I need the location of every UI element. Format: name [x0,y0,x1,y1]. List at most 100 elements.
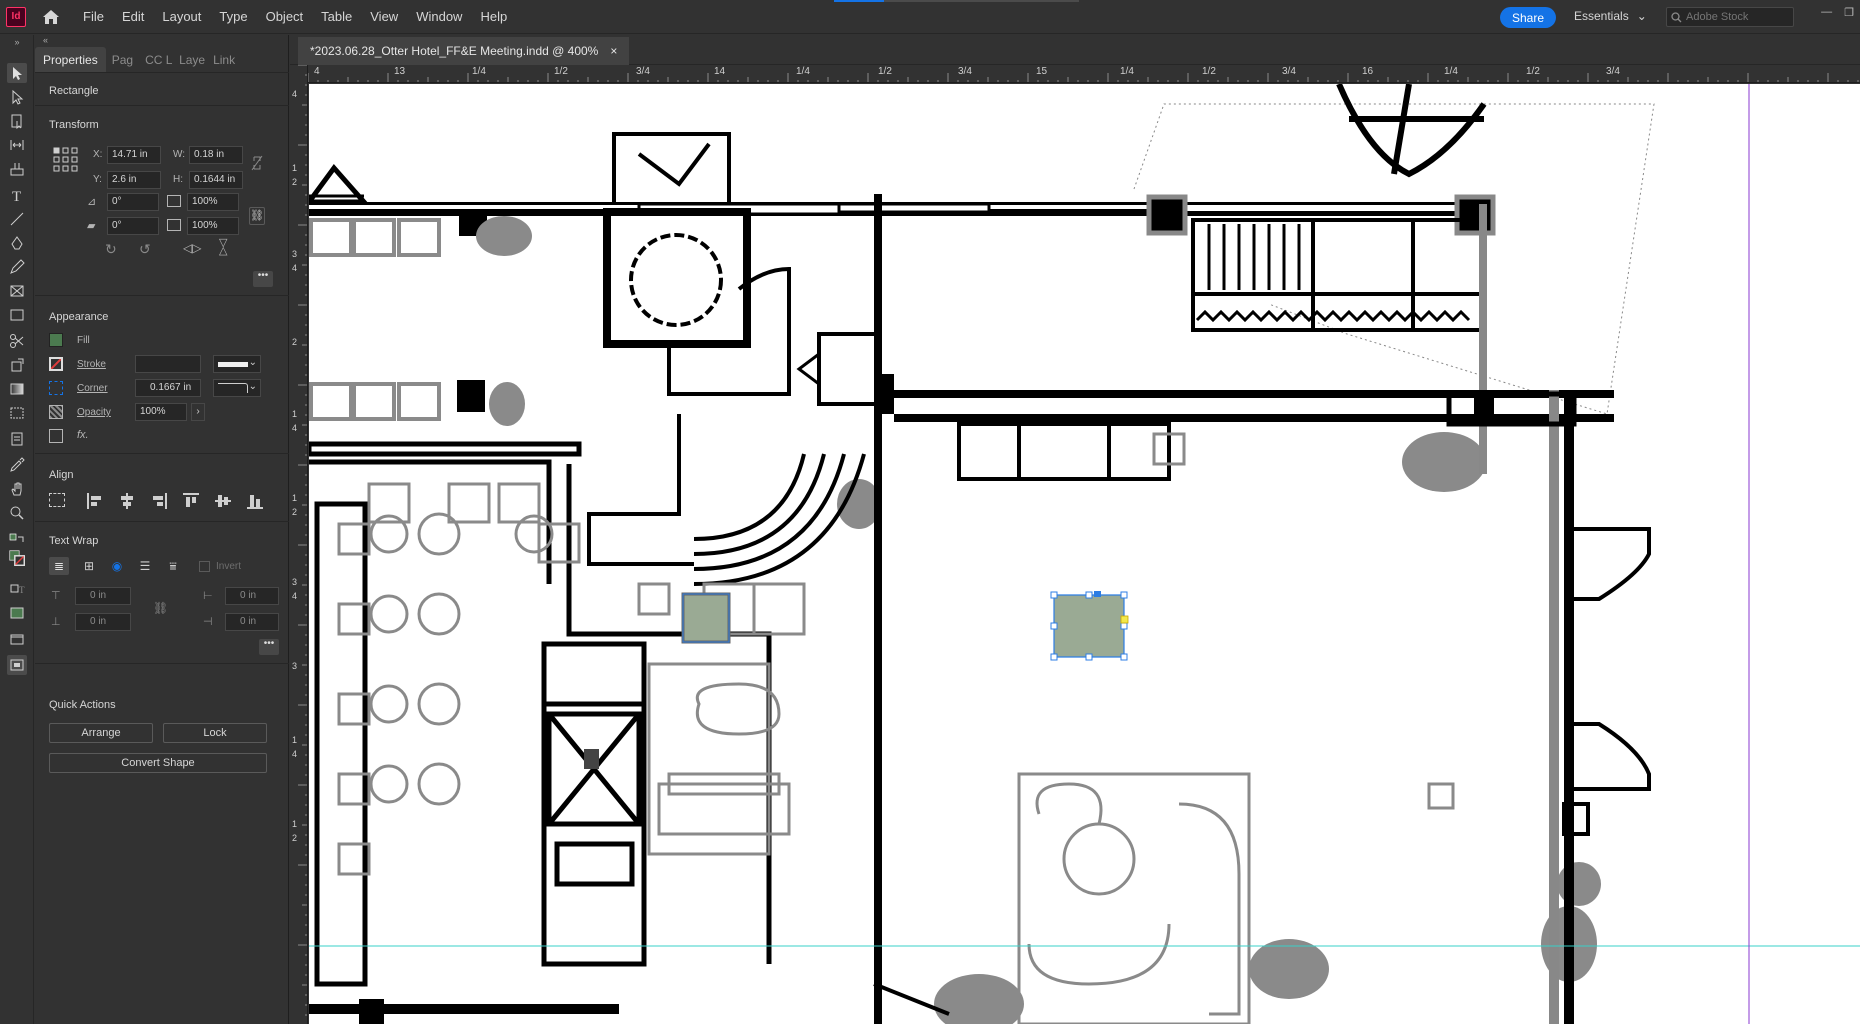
tab-properties[interactable]: Properties [35,47,106,72]
gap-tool-icon[interactable] [7,135,27,155]
lock-button[interactable]: Lock [163,723,267,743]
share-button[interactable]: Share [1500,7,1556,28]
align-bottom-edges-icon[interactable] [247,493,263,509]
corner-shape-dropdown[interactable]: ⌄ [213,379,261,397]
document-canvas[interactable] [309,84,1860,1024]
wrap-object-shape-icon[interactable]: ◉ [107,557,127,575]
rotate-ccw-icon[interactable]: ↺ [139,241,151,258]
direct-selection-tool-icon[interactable] [7,87,27,107]
corner-size-field[interactable]: 0.1667 in [135,379,201,397]
right-offset-field[interactable]: 0 in [225,613,279,631]
chevron-right-icon[interactable]: › [191,403,205,421]
link-offsets-icon[interactable]: ⛓ [153,601,168,615]
no-text-wrap-icon[interactable]: ≣ [49,557,69,575]
selected-rectangle[interactable] [1050,591,1129,661]
menu-window[interactable]: Window [407,0,471,34]
stroke-type-dropdown[interactable]: ⌄ [213,355,261,373]
corner-options-icon[interactable] [49,381,63,395]
line-tool-icon[interactable] [7,209,27,229]
gradient-tool-icon[interactable] [7,379,27,399]
restore-icon[interactable]: ❐ [1844,6,1854,19]
corner-label[interactable]: Corner [77,383,108,394]
collapse-toolbar-icon[interactable]: » [7,37,27,47]
link-scale-icon[interactable]: ⛓ [249,207,265,225]
home-icon[interactable] [40,6,62,28]
shear-angle-field[interactable]: 0° [107,217,159,235]
jump-object-icon[interactable]: ☰ [135,557,155,575]
scissors-tool-icon[interactable] [7,331,27,351]
hand-tool-icon[interactable] [7,479,27,499]
free-transform-tool-icon[interactable] [7,355,27,375]
menu-table[interactable]: Table [312,0,361,34]
bottom-offset-field[interactable]: 0 in [75,613,131,631]
reference-point-icon[interactable] [53,147,79,173]
align-right-edges-icon[interactable] [151,493,167,509]
wrap-bounding-box-icon[interactable]: ⊞ [79,557,99,575]
menu-layout[interactable]: Layout [153,0,210,34]
pencil-tool-icon[interactable] [7,257,27,277]
menu-type[interactable]: Type [210,0,256,34]
flip-horizontal-icon[interactable]: ◁▷ [183,241,201,255]
tab-cc-libraries[interactable]: CC L [139,47,173,72]
note-tool-icon[interactable] [7,429,27,449]
invert-checkbox[interactable] [199,561,210,572]
convert-shape-button[interactable]: Convert Shape [49,753,267,773]
fill-swatch[interactable] [49,333,63,347]
preview-mode-icon[interactable] [7,655,27,675]
workspace-switcher[interactable]: Essentials ⌄ [1574,9,1647,23]
stroke-label[interactable]: Stroke [77,359,106,370]
tab-pages[interactable]: Pag [106,47,139,72]
scale-y-field[interactable]: 100% [187,217,239,235]
top-offset-field[interactable]: 0 in [75,587,131,605]
width-field[interactable]: 0.18 in [189,146,243,164]
arrange-button[interactable]: Arrange [49,723,153,743]
apply-color-icon[interactable] [7,603,27,623]
align-vertical-centers-icon[interactable] [215,493,231,509]
effects-label[interactable]: fx. [77,429,89,441]
screen-mode-icon[interactable] [7,629,27,649]
horizontal-ruler[interactable]: 4 13 1/4 1/2 3/4 14 1/4 1/2 3/4 15 1/4 1/2 3/4 16 1/4 1… [308,65,1860,83]
menu-object[interactable]: Object [257,0,313,34]
tab-layers[interactable]: Laye [173,47,207,72]
fill-stroke-swatch-icon[interactable] [6,547,28,569]
x-position-field[interactable]: 14.71 in [107,146,161,164]
stroke-swatch[interactable] [49,357,63,371]
align-top-edges-icon[interactable] [183,493,199,509]
content-collector-icon[interactable] [7,159,27,179]
menu-help[interactable]: Help [471,0,516,34]
align-horizontal-centers-icon[interactable] [119,493,135,509]
document-tab[interactable]: *2023.06.28_Otter Hotel_FF&E Meeting.ind… [298,37,630,65]
adobe-stock-search[interactable] [1666,7,1794,27]
stock-search-input[interactable] [1686,11,1786,23]
gradient-feather-tool-icon[interactable] [7,403,27,423]
opacity-field[interactable]: 100% [135,403,187,421]
eyedropper-tool-icon[interactable] [7,455,27,475]
formatting-affects-container-icon[interactable]: T [7,579,27,599]
rotation-angle-field[interactable]: 0° [107,193,159,211]
flip-vertical-icon[interactable]: ▽ △ [219,238,227,257]
pen-tool-icon[interactable] [7,233,27,253]
type-tool-icon[interactable]: T [7,185,27,205]
rectangle-frame-tool-icon[interactable] [7,281,27,301]
opacity-label[interactable]: Opacity [77,407,111,418]
collapse-panel-icon[interactable]: « [43,35,48,45]
stroke-weight-field[interactable] [135,355,201,373]
height-field[interactable]: 0.1644 in [189,171,243,189]
vertical-ruler[interactable]: 4 1 2 3 4 2 1 4 1 2 3 4 3 1 4 1 2 [290,65,308,1024]
text-wrap-more-button[interactable]: ••• [259,639,279,655]
scale-x-field[interactable]: 100% [187,193,239,211]
align-left-edges-icon[interactable] [87,493,103,509]
effects-frame-icon[interactable] [49,429,63,443]
menu-file[interactable]: File [74,0,113,34]
zoom-tool-icon[interactable] [7,503,27,523]
align-to-selection-icon[interactable] [49,493,65,507]
constrain-proportions-icon[interactable] [251,155,263,171]
y-position-field[interactable]: 2.6 in [107,171,161,189]
transform-more-button[interactable]: ••• [253,271,273,287]
close-icon[interactable]: × [610,44,617,58]
page-tool-icon[interactable] [7,111,27,131]
jump-to-next-column-icon[interactable]: ⩸ [163,557,183,575]
menu-edit[interactable]: Edit [113,0,153,34]
left-offset-field[interactable]: 0 in [225,587,279,605]
menu-view[interactable]: View [361,0,407,34]
